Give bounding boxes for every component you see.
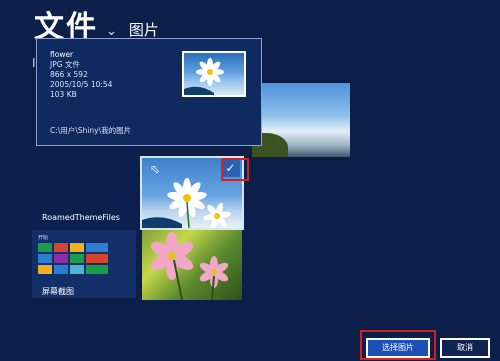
current-folder-label: 图片 (128, 21, 159, 39)
start-tile-thumb (70, 265, 84, 274)
start-tile-thumb (54, 243, 68, 252)
file-path: C:\用户\Shiny\我的图片 (50, 126, 132, 135)
folder-tile-screenshots[interactable]: 开始 屏幕截图 (32, 230, 136, 298)
file-info-tooltip: flower JPG 文件 866 x 592 2005/10/5 10:54 … (36, 38, 262, 146)
thumbnail-flower-image (184, 58, 224, 95)
start-screen-heading: 开始 (38, 235, 49, 241)
folder-label: RoamedThemeFiles (42, 213, 120, 222)
choose-picture-button[interactable]: 选择图片 (366, 338, 430, 358)
sort-label-fragment: Ⅰ (32, 56, 36, 70)
file-size: 103 KB (50, 90, 77, 99)
file-thumbnail (182, 51, 246, 97)
start-tile-thumb (86, 243, 108, 252)
start-tile-thumb (38, 265, 52, 274)
start-tile-thumb (86, 265, 108, 274)
file-name: flower (50, 50, 74, 59)
cancel-button[interactable]: 取消 (440, 338, 490, 358)
start-tile-thumb (54, 265, 68, 274)
start-tile-thumb (38, 243, 52, 252)
start-tile-thumb (38, 254, 52, 263)
file-dimensions: 866 x 592 (50, 70, 88, 79)
mouse-pointer-icon: ⬁ (150, 162, 161, 176)
image-tile-clouds[interactable] (252, 83, 350, 157)
folder-label: 屏幕截图 (42, 287, 74, 296)
file-type: JPG 文件 (50, 60, 80, 69)
start-tile-thumb (70, 243, 84, 252)
start-tile-thumb (54, 254, 68, 263)
start-tile-thumb (70, 254, 84, 263)
start-tile-thumb (86, 254, 108, 263)
checkmark-highlight-box (221, 158, 249, 181)
image-tile-pink-flowers[interactable] (142, 230, 242, 300)
chevron-down-icon[interactable]: ⌄ (106, 24, 117, 39)
folder-tile-roamed-theme-files[interactable]: RoamedThemeFiles (32, 158, 136, 228)
pink-flowers-image (150, 232, 229, 300)
file-date: 2005/10/5 10:54 (50, 80, 113, 89)
